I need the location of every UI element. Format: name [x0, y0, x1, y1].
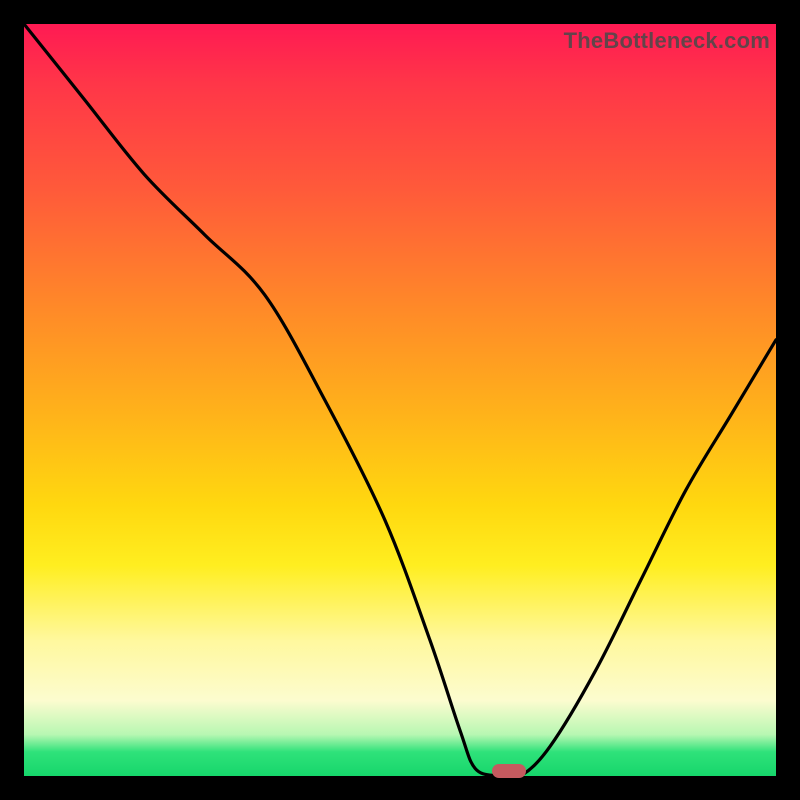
plot-area: TheBottleneck.com: [24, 24, 776, 776]
chart-frame: TheBottleneck.com: [0, 0, 800, 800]
bottleneck-curve: [24, 24, 776, 776]
optimal-marker: [492, 764, 526, 778]
